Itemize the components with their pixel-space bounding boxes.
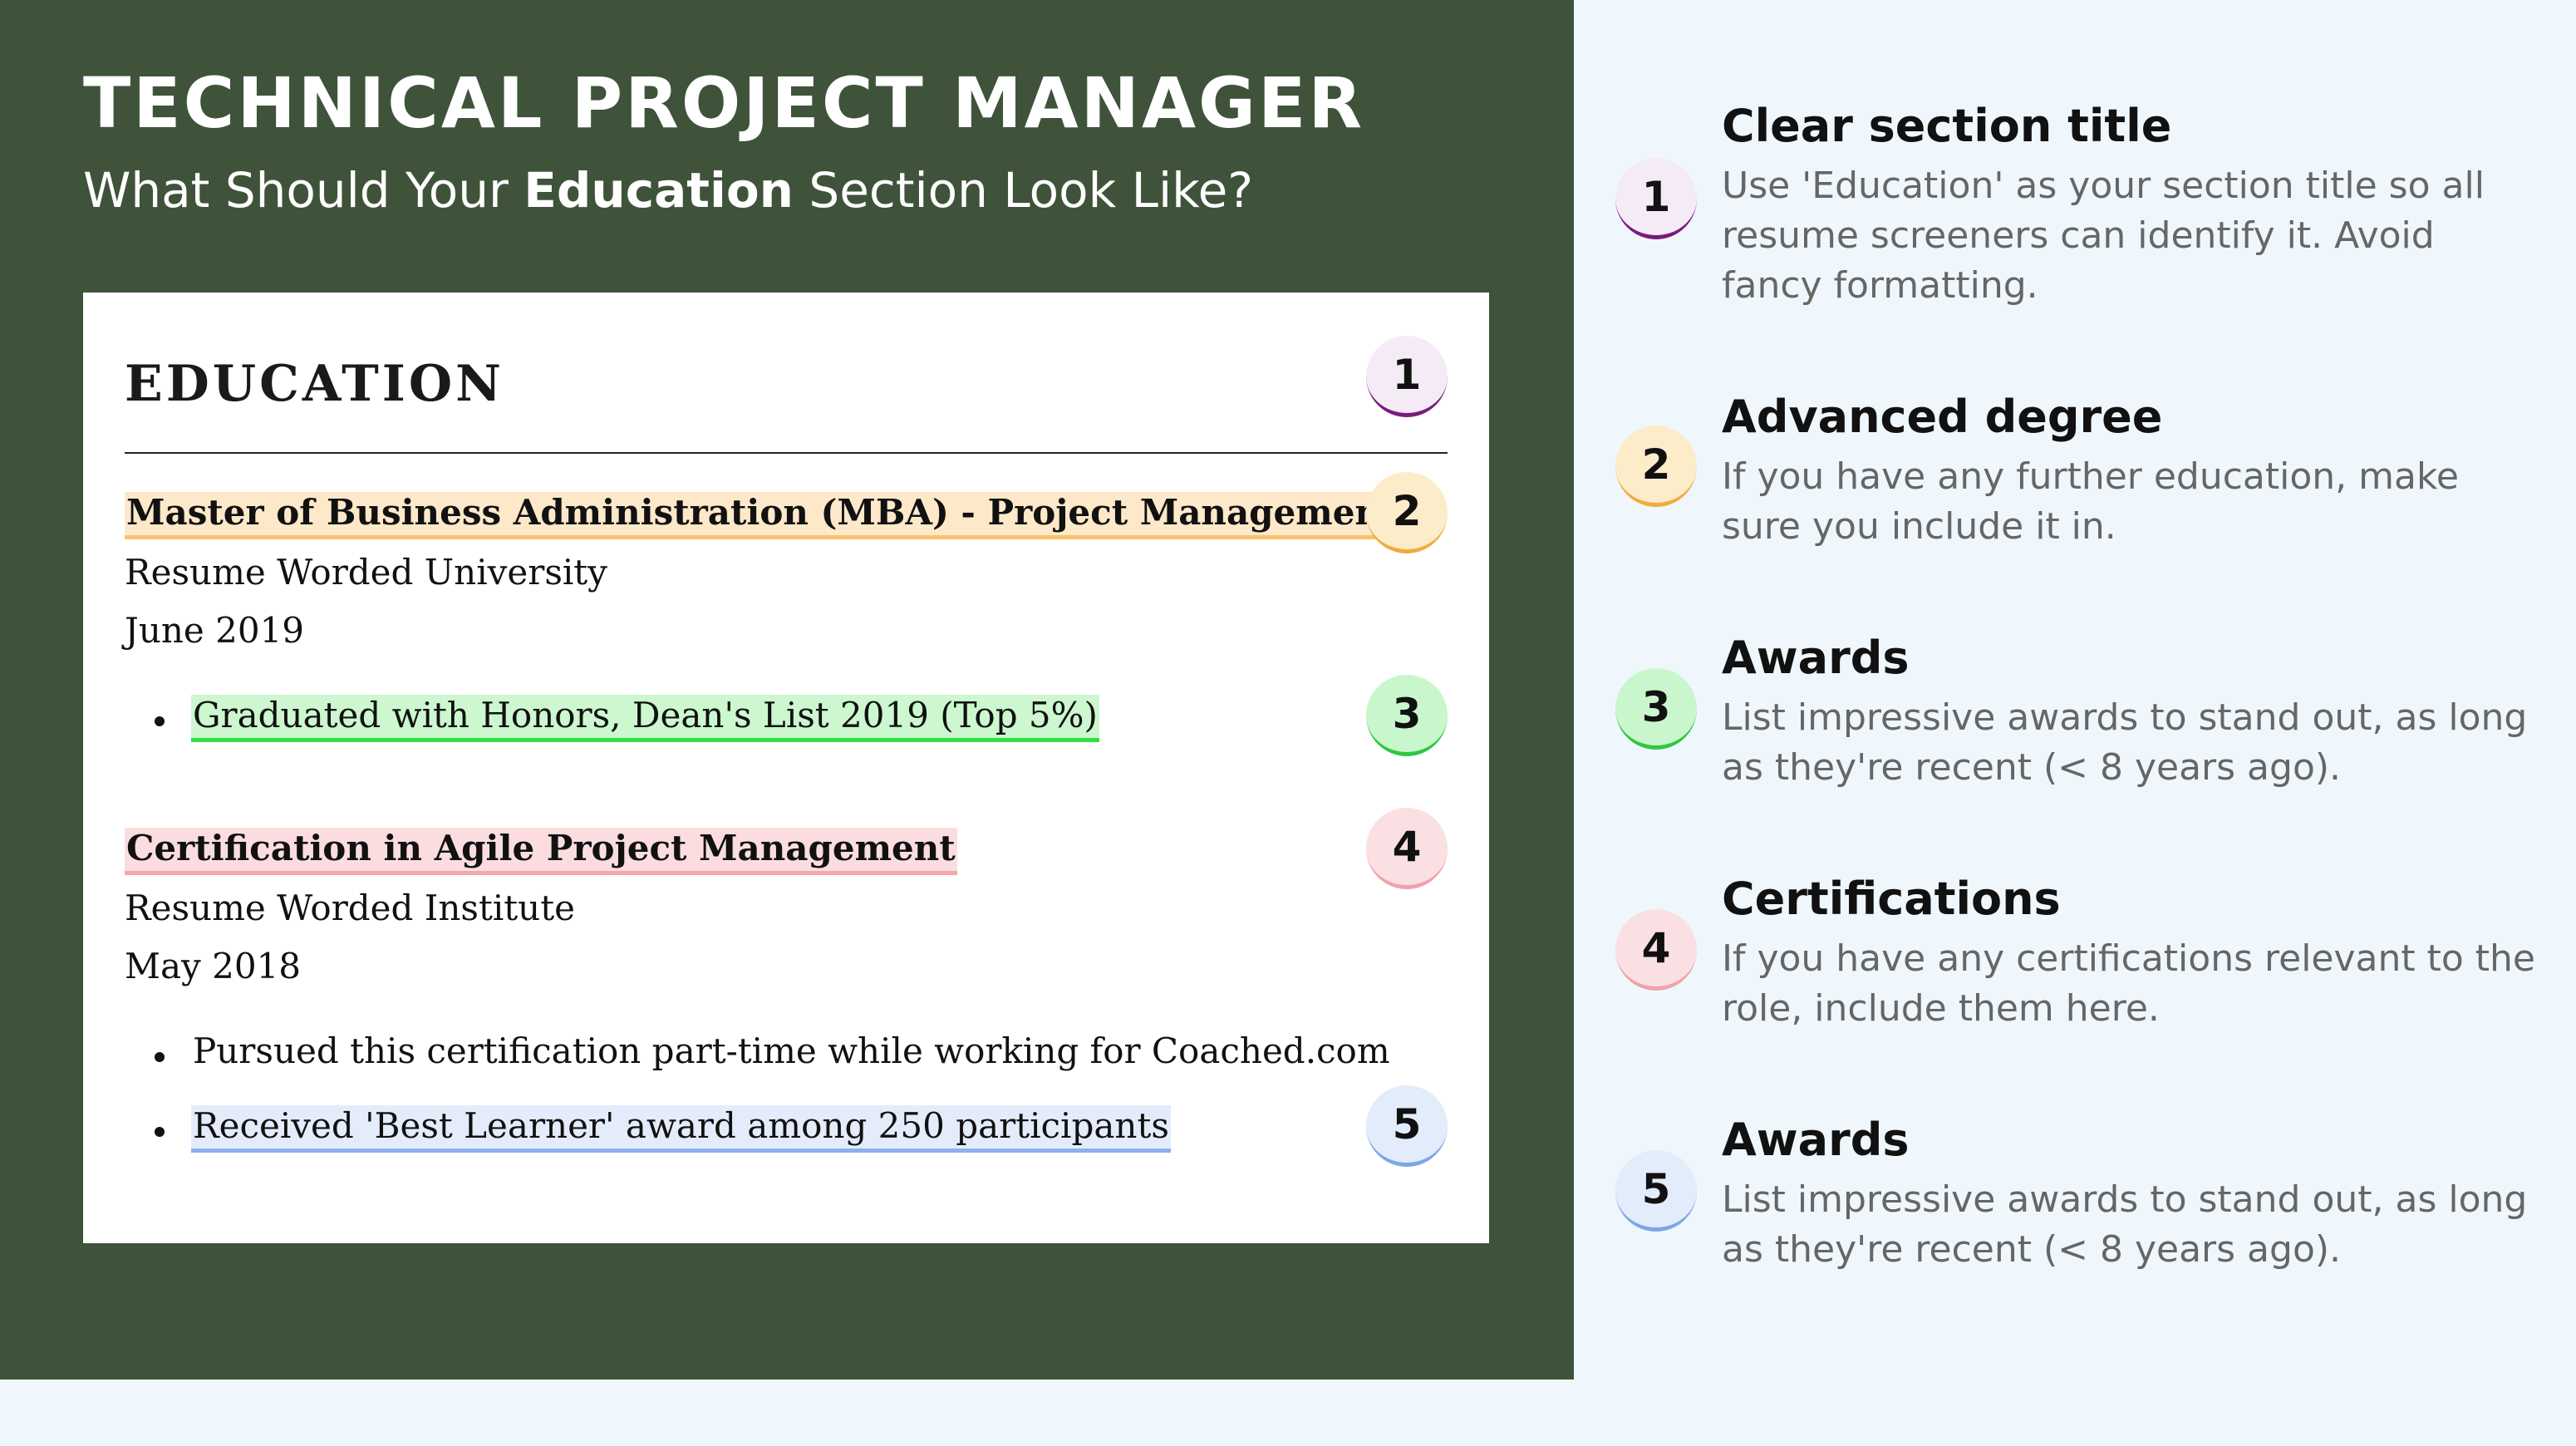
subtitle-suffix: Section Look Like? [793, 162, 1254, 219]
tip-title: Clear section title [1722, 100, 2172, 152]
school-name: Resume Worded Institute [125, 888, 575, 928]
bullet-item: Graduated with Honors, Dean's List 2019 … [191, 695, 1099, 743]
bullet-marker [155, 1052, 165, 1062]
bullet-item: Received 'Best Learner' award among 250 … [191, 1105, 1171, 1153]
tip-badge-1: 1 [1615, 158, 1697, 239]
heading-divider [125, 452, 1448, 454]
graduation-date: May 2018 [125, 946, 302, 986]
school-name: Resume Worded University [125, 552, 607, 593]
tip-description: List impressive awards to stand out, as … [1722, 696, 2528, 789]
degree-title: Master of Business Administration (MBA) … [125, 492, 1399, 540]
page-title: TECHNICAL PROJECT MANAGER [83, 62, 1365, 144]
page-subtitle: What Should Your Education Section Look … [83, 163, 1253, 219]
tip-badge-4: 4 [1615, 909, 1697, 991]
callout-badge-3: 3 [1366, 675, 1448, 756]
callout-badge-1: 1 [1366, 336, 1448, 417]
certification-title: Certification in Agile Project Managemen… [125, 828, 957, 876]
subtitle-prefix: What Should Your [83, 162, 524, 219]
graduation-date: June 2019 [125, 610, 305, 651]
tip-title: Advanced degree [1722, 391, 2163, 443]
tip-description: If you have any further education, make … [1722, 455, 2459, 548]
tip-description: Use 'Education' as your section title so… [1722, 165, 2485, 307]
resume-education-card: EDUCATION Master of Business Administrat… [83, 293, 1489, 1243]
tip-title: Certifications [1722, 873, 2061, 925]
tip-badge-3: 3 [1615, 668, 1697, 750]
subtitle-bold: Education [524, 162, 794, 219]
left-panel: TECHNICAL PROJECT MANAGER What Should Yo… [0, 0, 1574, 1380]
bullet-item: Pursued this certification part-time whi… [193, 1030, 1390, 1071]
tip-title: Awards [1722, 632, 1910, 684]
tip-badge-2: 2 [1615, 425, 1697, 507]
tip-badge-5: 5 [1615, 1150, 1697, 1232]
tip-description: If you have any certifications relevant … [1722, 937, 2535, 1030]
tip-description: List impressive awards to stand out, as … [1722, 1178, 2528, 1271]
callout-badge-2: 2 [1366, 472, 1448, 553]
tips-panel: 1 Clear section title Use 'Education' as… [1574, 17, 2559, 1363]
callout-badge-4: 4 [1366, 808, 1448, 889]
callout-badge-5: 5 [1366, 1085, 1448, 1167]
bullet-marker [155, 1127, 165, 1137]
education-heading: EDUCATION [125, 355, 504, 413]
tip-title: Awards [1722, 1114, 1910, 1166]
bullet-marker [155, 716, 165, 726]
